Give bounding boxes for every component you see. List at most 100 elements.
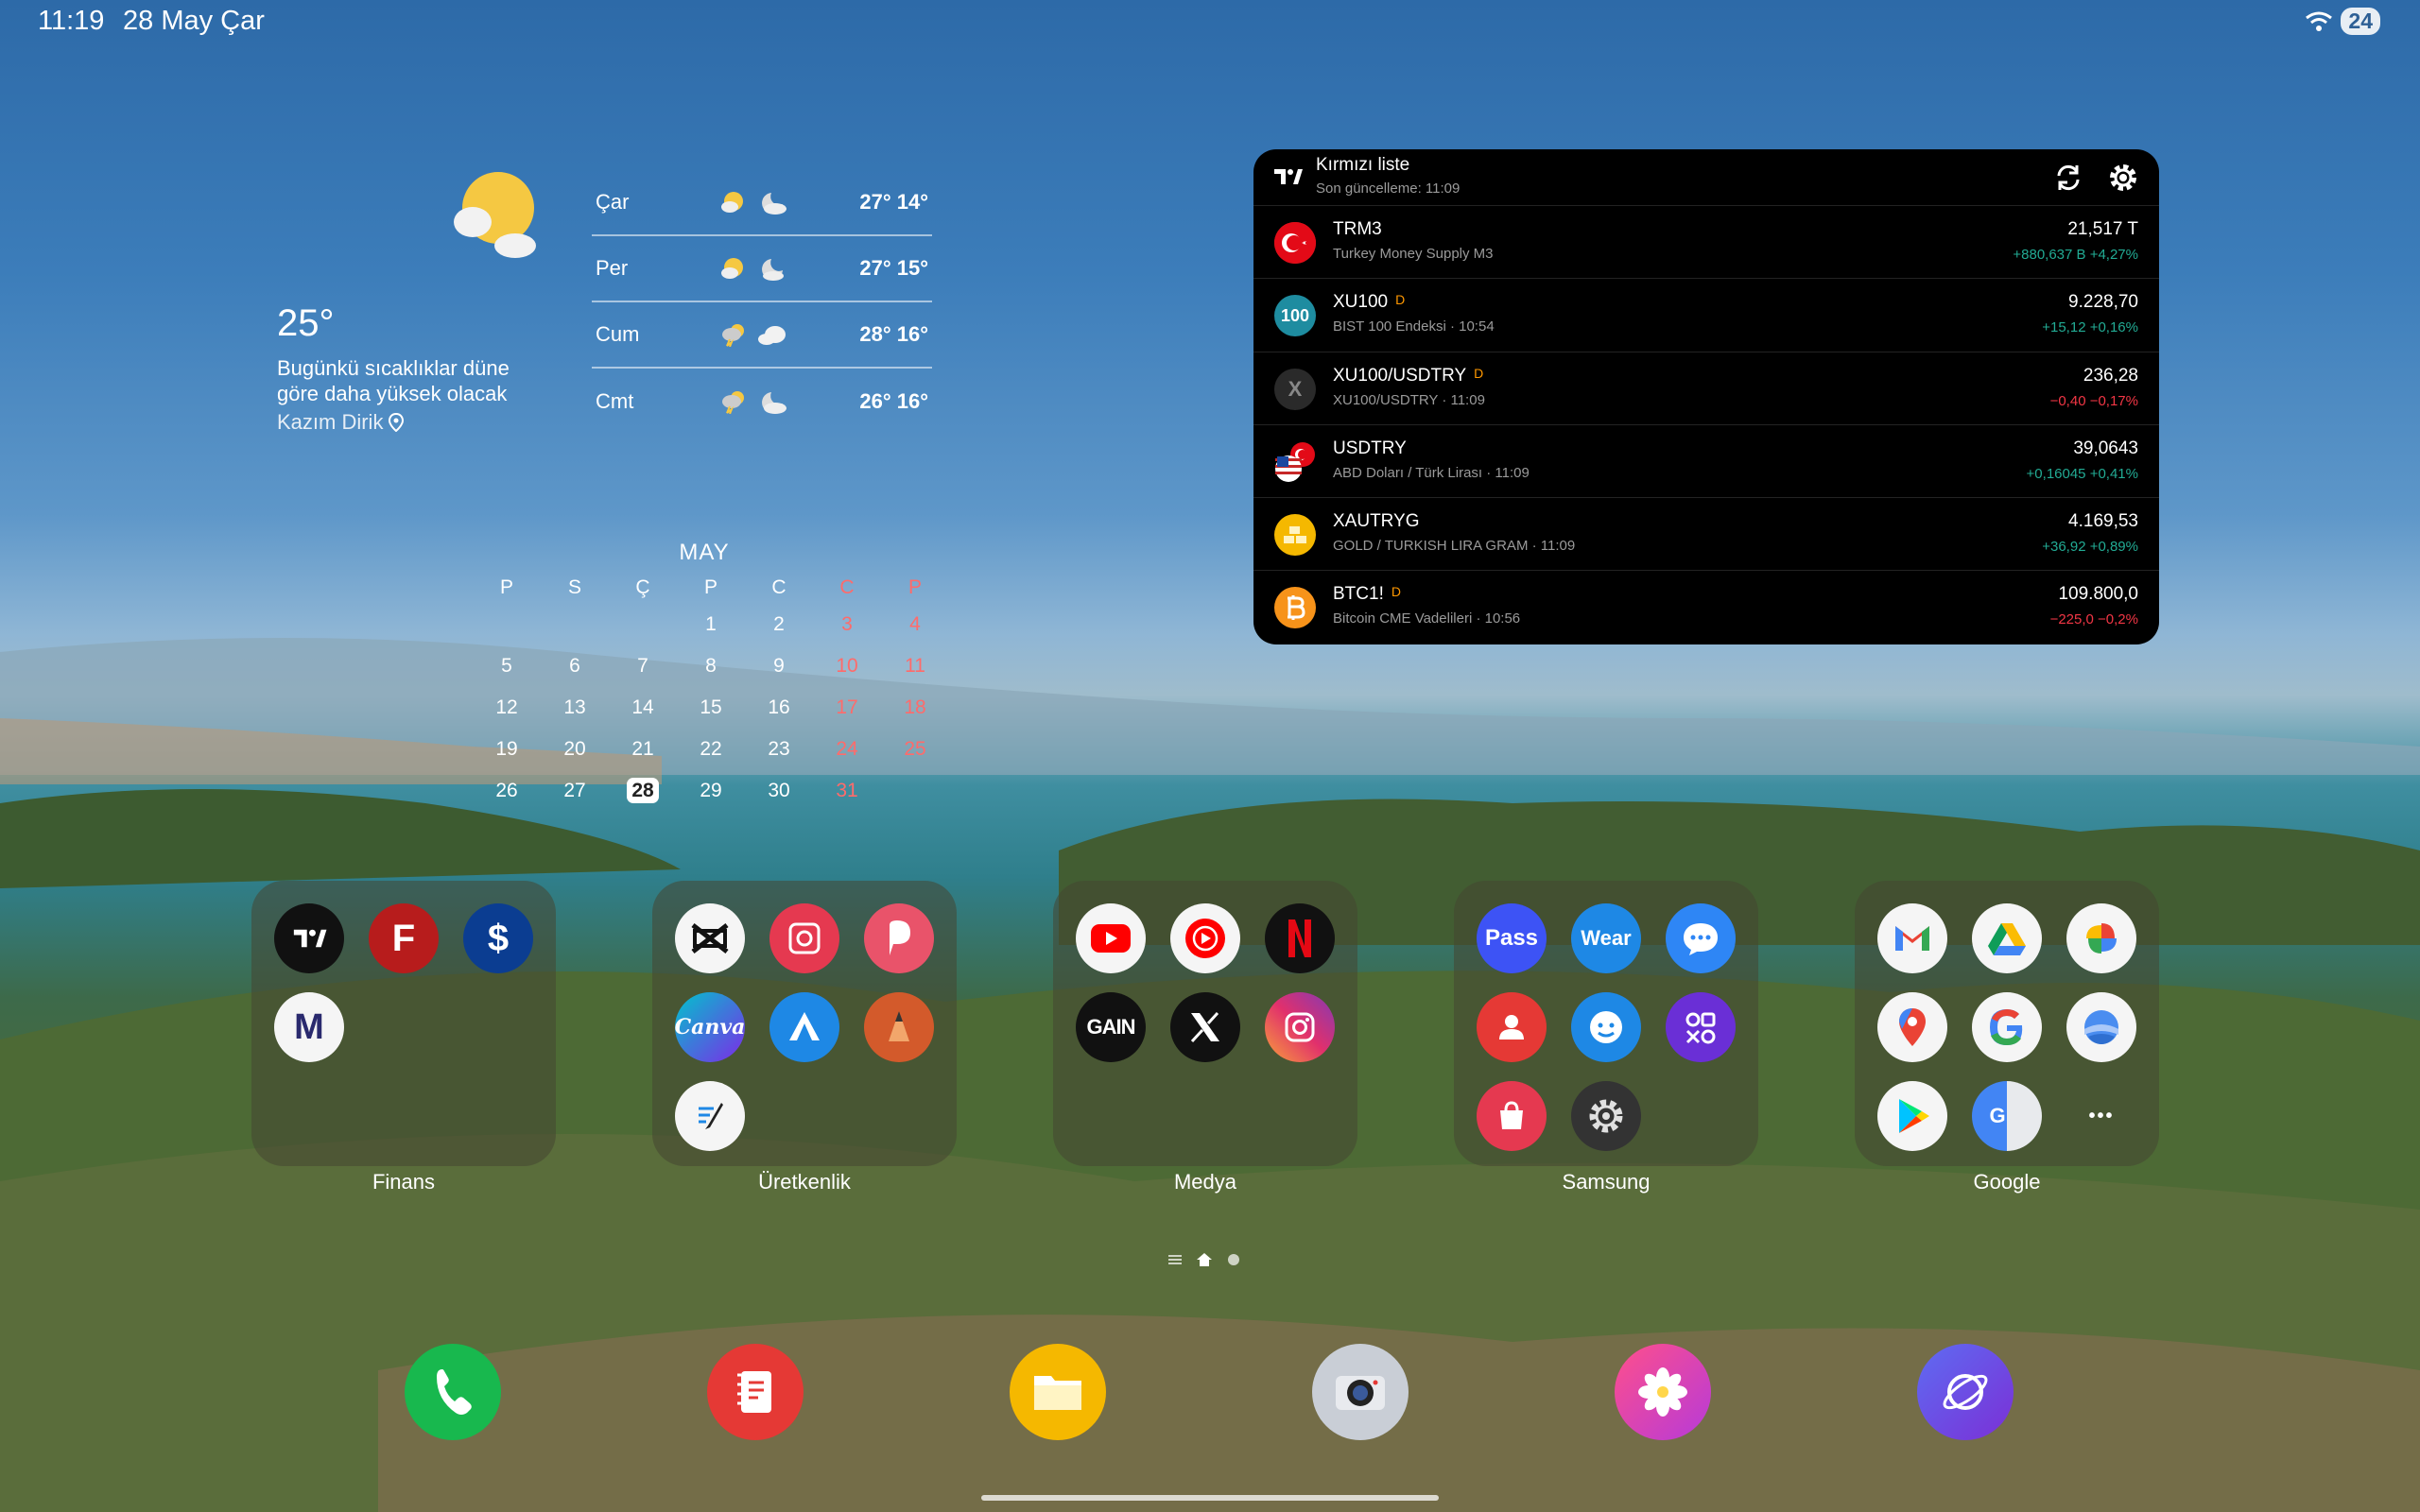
instagram-app-icon[interactable]	[1265, 992, 1335, 1062]
page-dot-icon[interactable]	[1226, 1252, 1241, 1267]
samsung-notes-app-icon[interactable]	[675, 1081, 745, 1151]
gesture-bar[interactable]	[981, 1495, 1439, 1501]
google-app-icon[interactable]	[1972, 992, 2042, 1062]
google-maps-app-icon[interactable]	[1877, 992, 1947, 1062]
calendar-day[interactable]: 13	[541, 687, 609, 729]
calendar-day[interactable]: 22	[677, 729, 745, 770]
notes-app-icon[interactable]	[707, 1344, 804, 1440]
calendar-day[interactable]: 31	[813, 770, 881, 812]
folder-medya[interactable]: GAIN	[1053, 881, 1357, 1166]
x-twitter-app-icon[interactable]	[1170, 992, 1240, 1062]
calendar-day[interactable]: 6	[541, 645, 609, 687]
weekday-header: C	[771, 576, 786, 598]
calendar-day[interactable]: 20	[541, 729, 609, 770]
galaxy-store-app-icon[interactable]	[1477, 1081, 1547, 1151]
page-indicator[interactable]	[1167, 1252, 1241, 1267]
watchlist-widget[interactable]: Kırmızı liste Son güncelleme: 11:09 TRM3…	[1253, 149, 2159, 644]
tradingview-app-icon[interactable]	[274, 903, 344, 973]
isbank-app-icon[interactable]: $	[463, 903, 533, 973]
samsung-members-app-icon[interactable]	[1571, 992, 1641, 1062]
canva-app-icon[interactable]: Canva	[675, 992, 745, 1062]
gold-bars-icon	[1274, 514, 1316, 557]
camera-app-icon[interactable]	[1312, 1344, 1409, 1440]
home-page-icon[interactable]	[1196, 1252, 1213, 1267]
gmail-app-icon[interactable]	[1877, 903, 1947, 973]
sunny-cloud-icon	[454, 172, 536, 258]
calendar-day[interactable]: 26	[473, 770, 541, 812]
calendar-day[interactable]: 3	[813, 604, 881, 645]
autodesk-app-icon[interactable]	[769, 992, 839, 1062]
calendar-day[interactable]: 21	[609, 729, 677, 770]
refresh-icon[interactable]	[2051, 161, 2085, 195]
matriks-app-icon[interactable]: M	[274, 992, 344, 1062]
calendar-day[interactable]: 29	[677, 770, 745, 812]
calendar-day[interactable]: 24	[813, 729, 881, 770]
calendar-day[interactable]: 4	[881, 604, 949, 645]
list-menu-icon[interactable]	[1167, 1253, 1183, 1266]
sketchbook-app-icon[interactable]	[864, 992, 934, 1062]
calendar-day[interactable]: 23	[745, 729, 813, 770]
calendar-day[interactable]: 14	[609, 687, 677, 729]
calendar-day[interactable]: 12	[473, 687, 541, 729]
galaxy-wearable-app-icon[interactable]: Wear	[1571, 903, 1641, 973]
youtube-app-icon[interactable]	[1076, 903, 1146, 973]
watchlist-row[interactable]: X XU100/USDTRY D XU100/USDTRY · 11:09 236…	[1253, 352, 2159, 425]
samsung-internet-app-icon[interactable]	[1917, 1344, 2014, 1440]
calendar-day-today[interactable]: 28	[609, 770, 677, 812]
folder-finans[interactable]: F $ M	[251, 881, 556, 1166]
capcut-app-icon[interactable]	[675, 903, 745, 973]
google-play-app-icon[interactable]	[1877, 1081, 1947, 1151]
calendar-day[interactable]: 1	[677, 604, 745, 645]
settings-gear-icon[interactable]	[2106, 161, 2140, 195]
more-apps-icon[interactable]: •••	[2066, 1081, 2136, 1151]
calendar-day[interactable]: 30	[745, 770, 813, 812]
google-photos-app-icon[interactable]	[2066, 903, 2136, 973]
calendar-day[interactable]: 10	[813, 645, 881, 687]
calendar-day[interactable]: 5	[473, 645, 541, 687]
ticker-symbol: XAUTRYG	[1333, 511, 1420, 532]
calendar-day[interactable]: 15	[677, 687, 745, 729]
weather-widget[interactable]: 25° Bugünkü sıcaklıklar düne göre daha y…	[274, 170, 936, 454]
calendar-day[interactable]: 16	[745, 687, 813, 729]
calendar-day[interactable]: 18	[881, 687, 949, 729]
messages-app-icon[interactable]	[1666, 903, 1736, 973]
calendar-day[interactable]: 2	[745, 604, 813, 645]
calendar-day[interactable]: 8	[677, 645, 745, 687]
watchlist-row[interactable]: XAUTRYG GOLD / TURKISH LIRA GRAM · 11:09…	[1253, 498, 2159, 572]
storm-icon	[722, 391, 744, 414]
us-turkey-flags-icon	[1274, 441, 1316, 483]
contacts-app-icon[interactable]	[1477, 992, 1547, 1062]
netflix-app-icon[interactable]	[1265, 903, 1335, 973]
screen-recorder-app-icon[interactable]	[769, 903, 839, 973]
calendar-day[interactable]: 11	[881, 645, 949, 687]
calendar-widget[interactable]: MAY P S Ç P C C P 1 2 3 4 5 6 7 8 9 10 11 12 13 14 15 16 17 18 19…	[473, 534, 936, 812]
gallery-app-icon[interactable]	[1615, 1344, 1711, 1440]
calendar-empty-cell	[473, 604, 541, 645]
google-weather-app-icon[interactable]	[2066, 992, 2136, 1062]
gain-app-icon[interactable]: GAIN	[1076, 992, 1146, 1062]
calendar-day[interactable]: 25	[881, 729, 949, 770]
watchlist-row[interactable]: USDTRY ABD Doları / Türk Lirası · 11:09 …	[1253, 425, 2159, 499]
calendar-day[interactable]: 17	[813, 687, 881, 729]
pastel-app-icon[interactable]	[864, 903, 934, 973]
calendar-day[interactable]: 27	[541, 770, 609, 812]
folder-google[interactable]: G •••	[1855, 881, 2159, 1166]
samsung-pass-app-icon[interactable]: Pass	[1477, 903, 1547, 973]
settings-app-icon[interactable]	[1571, 1081, 1641, 1151]
watchlist-row[interactable]: BTC1! D Bitcoin CME Vadelileri · 10:56 10…	[1253, 571, 2159, 644]
folder-samsung[interactable]: Pass Wear	[1454, 881, 1758, 1166]
google-translate-app-icon[interactable]: G	[1972, 1081, 2042, 1151]
watchlist-row[interactable]: 100 XU100 D BIST 100 Endeksi · 10:54 9.22…	[1253, 279, 2159, 352]
google-drive-app-icon[interactable]	[1972, 903, 2042, 973]
calendar-day[interactable]: 7	[609, 645, 677, 687]
status-date: 28 May Çar	[123, 6, 265, 36]
calendar-day[interactable]: 19	[473, 729, 541, 770]
watchlist-row[interactable]: TRM3 Turkey Money Supply M3 21,517 T +88…	[1253, 206, 2159, 280]
my-files-app-icon[interactable]	[1010, 1344, 1106, 1440]
calendar-day[interactable]: 9	[745, 645, 813, 687]
youtube-music-app-icon[interactable]	[1170, 903, 1240, 973]
f-finance-app-icon[interactable]: F	[369, 903, 439, 973]
game-launcher-app-icon[interactable]	[1666, 992, 1736, 1062]
folder-uretkenlik[interactable]: Canva	[652, 881, 957, 1166]
phone-app-icon[interactable]	[405, 1344, 501, 1440]
